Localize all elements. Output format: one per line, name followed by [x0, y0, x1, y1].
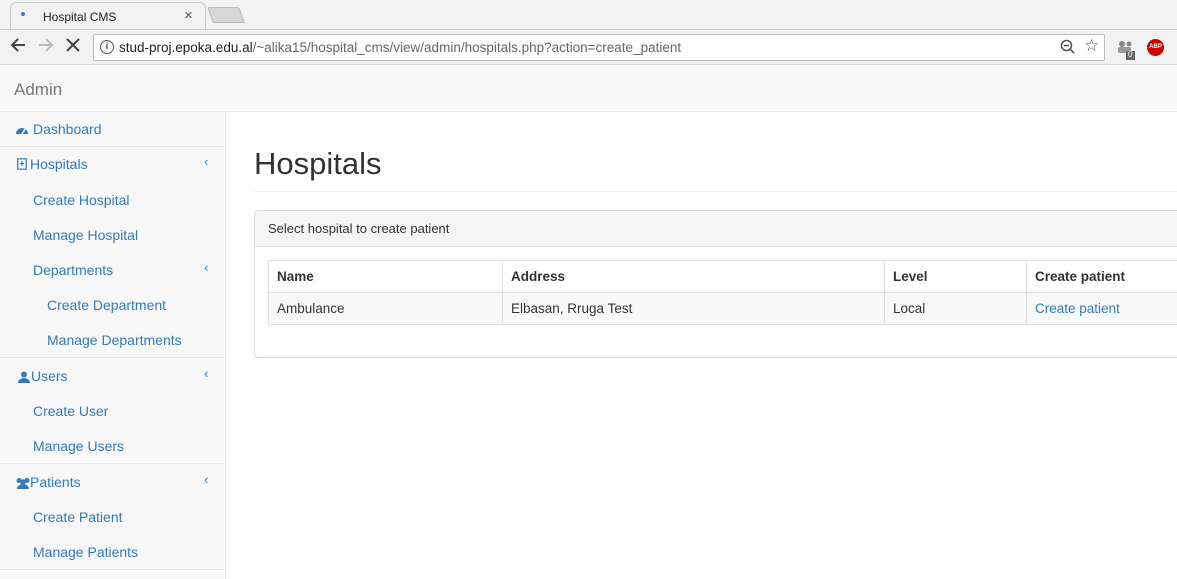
new-tab-button[interactable] — [207, 7, 245, 23]
sidebar-subitem-label: Create Department — [47, 297, 167, 313]
chevron-left-icon: ‹ — [204, 154, 209, 169]
users-icon — [16, 478, 30, 489]
table-row: Ambulance Elbasan, Rruga Test Local Crea… — [268, 292, 1177, 325]
cell-level: Local — [884, 292, 1027, 325]
adblock-icon[interactable]: ABP — [1147, 39, 1164, 56]
url-text[interactable]: stud-proj.epoka.edu.al/~alika15/hospital… — [119, 40, 681, 55]
browser-toolbar: i stud-proj.epoka.edu.al/~alika15/hospit… — [0, 29, 1177, 65]
sidebar-item-create-patient[interactable]: Create Patient — [0, 500, 225, 535]
sidebar-item-dashboard[interactable]: Dashboard — [0, 112, 225, 147]
sidebar-item-manage-patients[interactable]: Manage Patients — [0, 535, 225, 570]
tab-close-icon[interactable]: × — [184, 8, 193, 24]
hospital-select-panel: Select hospital to create patient Name A… — [254, 210, 1177, 358]
sidebar-item-label: Hospitals — [30, 156, 88, 172]
sidebar-item-label: Users — [31, 368, 68, 384]
sidebar-item-patients[interactable]: Patients ‹ — [0, 465, 225, 500]
top-navbar: Admin — [0, 66, 1177, 112]
sidebar-item-create-hospital[interactable]: Create Hospital — [0, 183, 225, 218]
sidebar-subitem-label: Departments — [33, 262, 114, 278]
address-bar[interactable]: i stud-proj.epoka.edu.al/~alika15/hospit… — [93, 34, 1105, 61]
sidebar-item-manage-departments[interactable]: Manage Departments — [0, 323, 225, 358]
sidebar-subitem-label: Create User — [33, 403, 109, 419]
panel-heading-text: Select hospital to create patient — [268, 221, 450, 236]
column-header-name: Name — [268, 260, 503, 293]
tab-title: Hospital CMS — [43, 10, 117, 24]
bookmark-star-icon[interactable]: ☆ — [1084, 36, 1099, 56]
table-header-row: Name Address Level Create patient — [268, 260, 1177, 293]
hospital-icon — [17, 158, 27, 170]
column-header-address: Address — [502, 260, 885, 293]
back-icon[interactable] — [8, 36, 28, 58]
extension-icon[interactable]: 0 — [1115, 38, 1137, 60]
loading-favicon-icon — [21, 12, 25, 16]
sidebar: Dashboard Hospitals ‹ Create Hospital Ma… — [0, 112, 226, 579]
sidebar-item-label: Patients — [30, 474, 81, 490]
sidebar-subitem-label: Manage Hospital — [33, 227, 139, 243]
sidebar-item-manage-users[interactable]: Manage Users — [0, 429, 225, 464]
column-header-create-patient: Create patient — [1026, 260, 1177, 293]
sidebar-subitem-label: Manage Departments — [47, 332, 182, 348]
column-header-level: Level — [884, 260, 1027, 293]
chevron-left-icon: ‹ — [204, 472, 209, 487]
extension-badge: 0 — [1128, 50, 1133, 59]
chevron-left-icon: ‹ — [204, 260, 209, 275]
page-title: Hospitals — [254, 146, 382, 181]
create-patient-link[interactable]: Create patient — [1035, 301, 1120, 316]
forward-icon[interactable] — [36, 36, 56, 58]
sidebar-item-hospitals[interactable]: Hospitals ‹ — [0, 147, 225, 183]
cell-name: Ambulance — [268, 292, 503, 325]
header-divider — [254, 191, 1177, 192]
brand-title[interactable]: Admin — [14, 80, 62, 100]
sidebar-item-create-department[interactable]: Create Department — [0, 288, 225, 323]
sidebar-subitem-label: Create Patient — [33, 509, 123, 525]
panel-heading: Select hospital to create patient — [255, 211, 1177, 247]
hospitals-table: Name Address Level Create patient Ambula… — [268, 260, 1177, 325]
sidebar-item-create-user[interactable]: Create User — [0, 394, 225, 429]
sidebar-subitem-label: Create Hospital — [33, 192, 130, 208]
dashboard-icon — [16, 128, 28, 135]
cell-action: Create patient — [1026, 292, 1177, 325]
sidebar-item-label: Dashboard — [33, 121, 102, 137]
browser-tab[interactable]: Hospital CMS × — [10, 2, 206, 30]
chevron-left-icon: ‹ — [204, 366, 209, 381]
user-icon — [18, 371, 30, 383]
sidebar-item-departments[interactable]: Departments ‹ — [0, 253, 225, 288]
info-icon[interactable]: i — [100, 40, 114, 54]
sidebar-subitem-label: Manage Patients — [33, 544, 139, 560]
sidebar-item-users[interactable]: Users ‹ — [0, 359, 225, 394]
stop-icon[interactable] — [63, 36, 83, 58]
sidebar-item-manage-hospital[interactable]: Manage Hospital — [0, 218, 225, 253]
cell-address: Elbasan, Rruga Test — [502, 292, 885, 325]
main-content: Hospitals Select hospital to create pati… — [226, 112, 1177, 579]
zoom-icon[interactable] — [1060, 39, 1076, 58]
browser-tabstrip: Hospital CMS × — [0, 0, 1177, 30]
sidebar-subitem-label: Manage Users — [33, 438, 125, 454]
